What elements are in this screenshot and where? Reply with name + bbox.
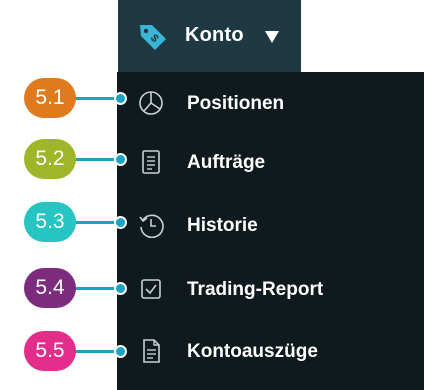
- callout-badge-5-4: 5.4: [24, 268, 76, 308]
- callout-dot: [114, 153, 127, 166]
- callout-dot: [114, 345, 127, 358]
- callout-connector: [70, 350, 120, 353]
- account-menu-label: Konto: [185, 24, 244, 46]
- menu-item-label: Kontoauszüge: [187, 341, 318, 362]
- checkbox-icon: [141, 279, 161, 299]
- pie-chart-icon: [139, 91, 163, 115]
- callout-dot: [114, 282, 127, 295]
- callout-connector: [70, 97, 120, 100]
- callout-badge-5-2: 5.2: [24, 139, 76, 179]
- menu-item-trading-report[interactable]: Trading-Report: [117, 261, 424, 319]
- menu-item-label: Trading-Report: [187, 279, 324, 300]
- callout-connector: [70, 287, 120, 290]
- callout-badge-5-3: 5.3: [24, 202, 76, 242]
- document-list-icon: [142, 150, 160, 174]
- account-dropdown-menu: Positionen Aufträge Historie Trading-Rep…: [117, 72, 424, 390]
- menu-item-historie[interactable]: Historie: [117, 197, 424, 255]
- callout-dot: [114, 216, 127, 229]
- menu-item-label: Positionen: [187, 93, 285, 114]
- callout-connector: [70, 221, 120, 224]
- callout-badge-5-1: 5.1: [24, 78, 76, 118]
- menu-item-label: Aufträge: [187, 152, 266, 173]
- menu-item-auftraege[interactable]: Aufträge: [117, 134, 424, 192]
- caret-down-icon: [265, 31, 279, 43]
- menu-item-positionen[interactable]: Positionen: [117, 75, 424, 133]
- menu-item-kontoauszuege[interactable]: Kontoauszüge: [117, 323, 424, 381]
- statement-document-icon: [143, 339, 160, 363]
- menu-item-label: Historie: [187, 215, 258, 236]
- history-clock-icon: [139, 214, 164, 238]
- price-tag-icon: $: [140, 25, 166, 50]
- callout-dot: [114, 92, 127, 105]
- callout-connector: [70, 158, 120, 161]
- callout-badge-5-5: 5.5: [24, 331, 76, 371]
- account-menu-button[interactable]: $ Konto: [118, 0, 301, 72]
